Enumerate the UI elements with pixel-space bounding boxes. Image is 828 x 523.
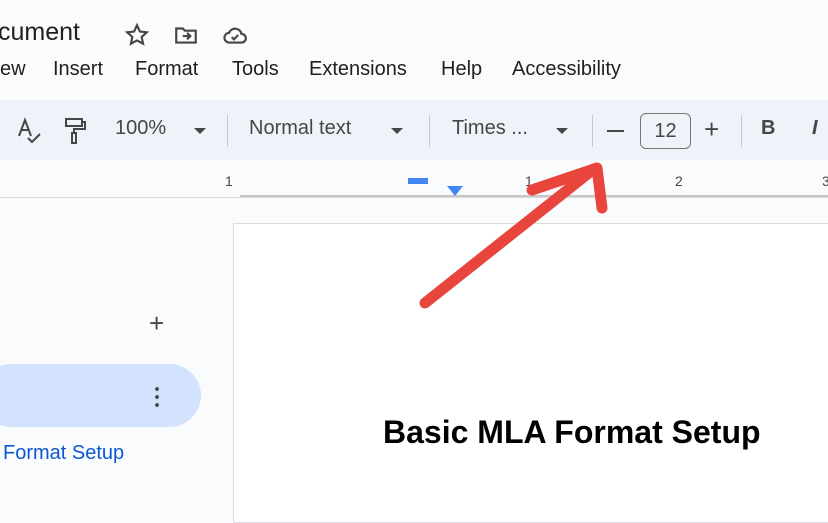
red-arrow-annotation bbox=[419, 162, 608, 309]
